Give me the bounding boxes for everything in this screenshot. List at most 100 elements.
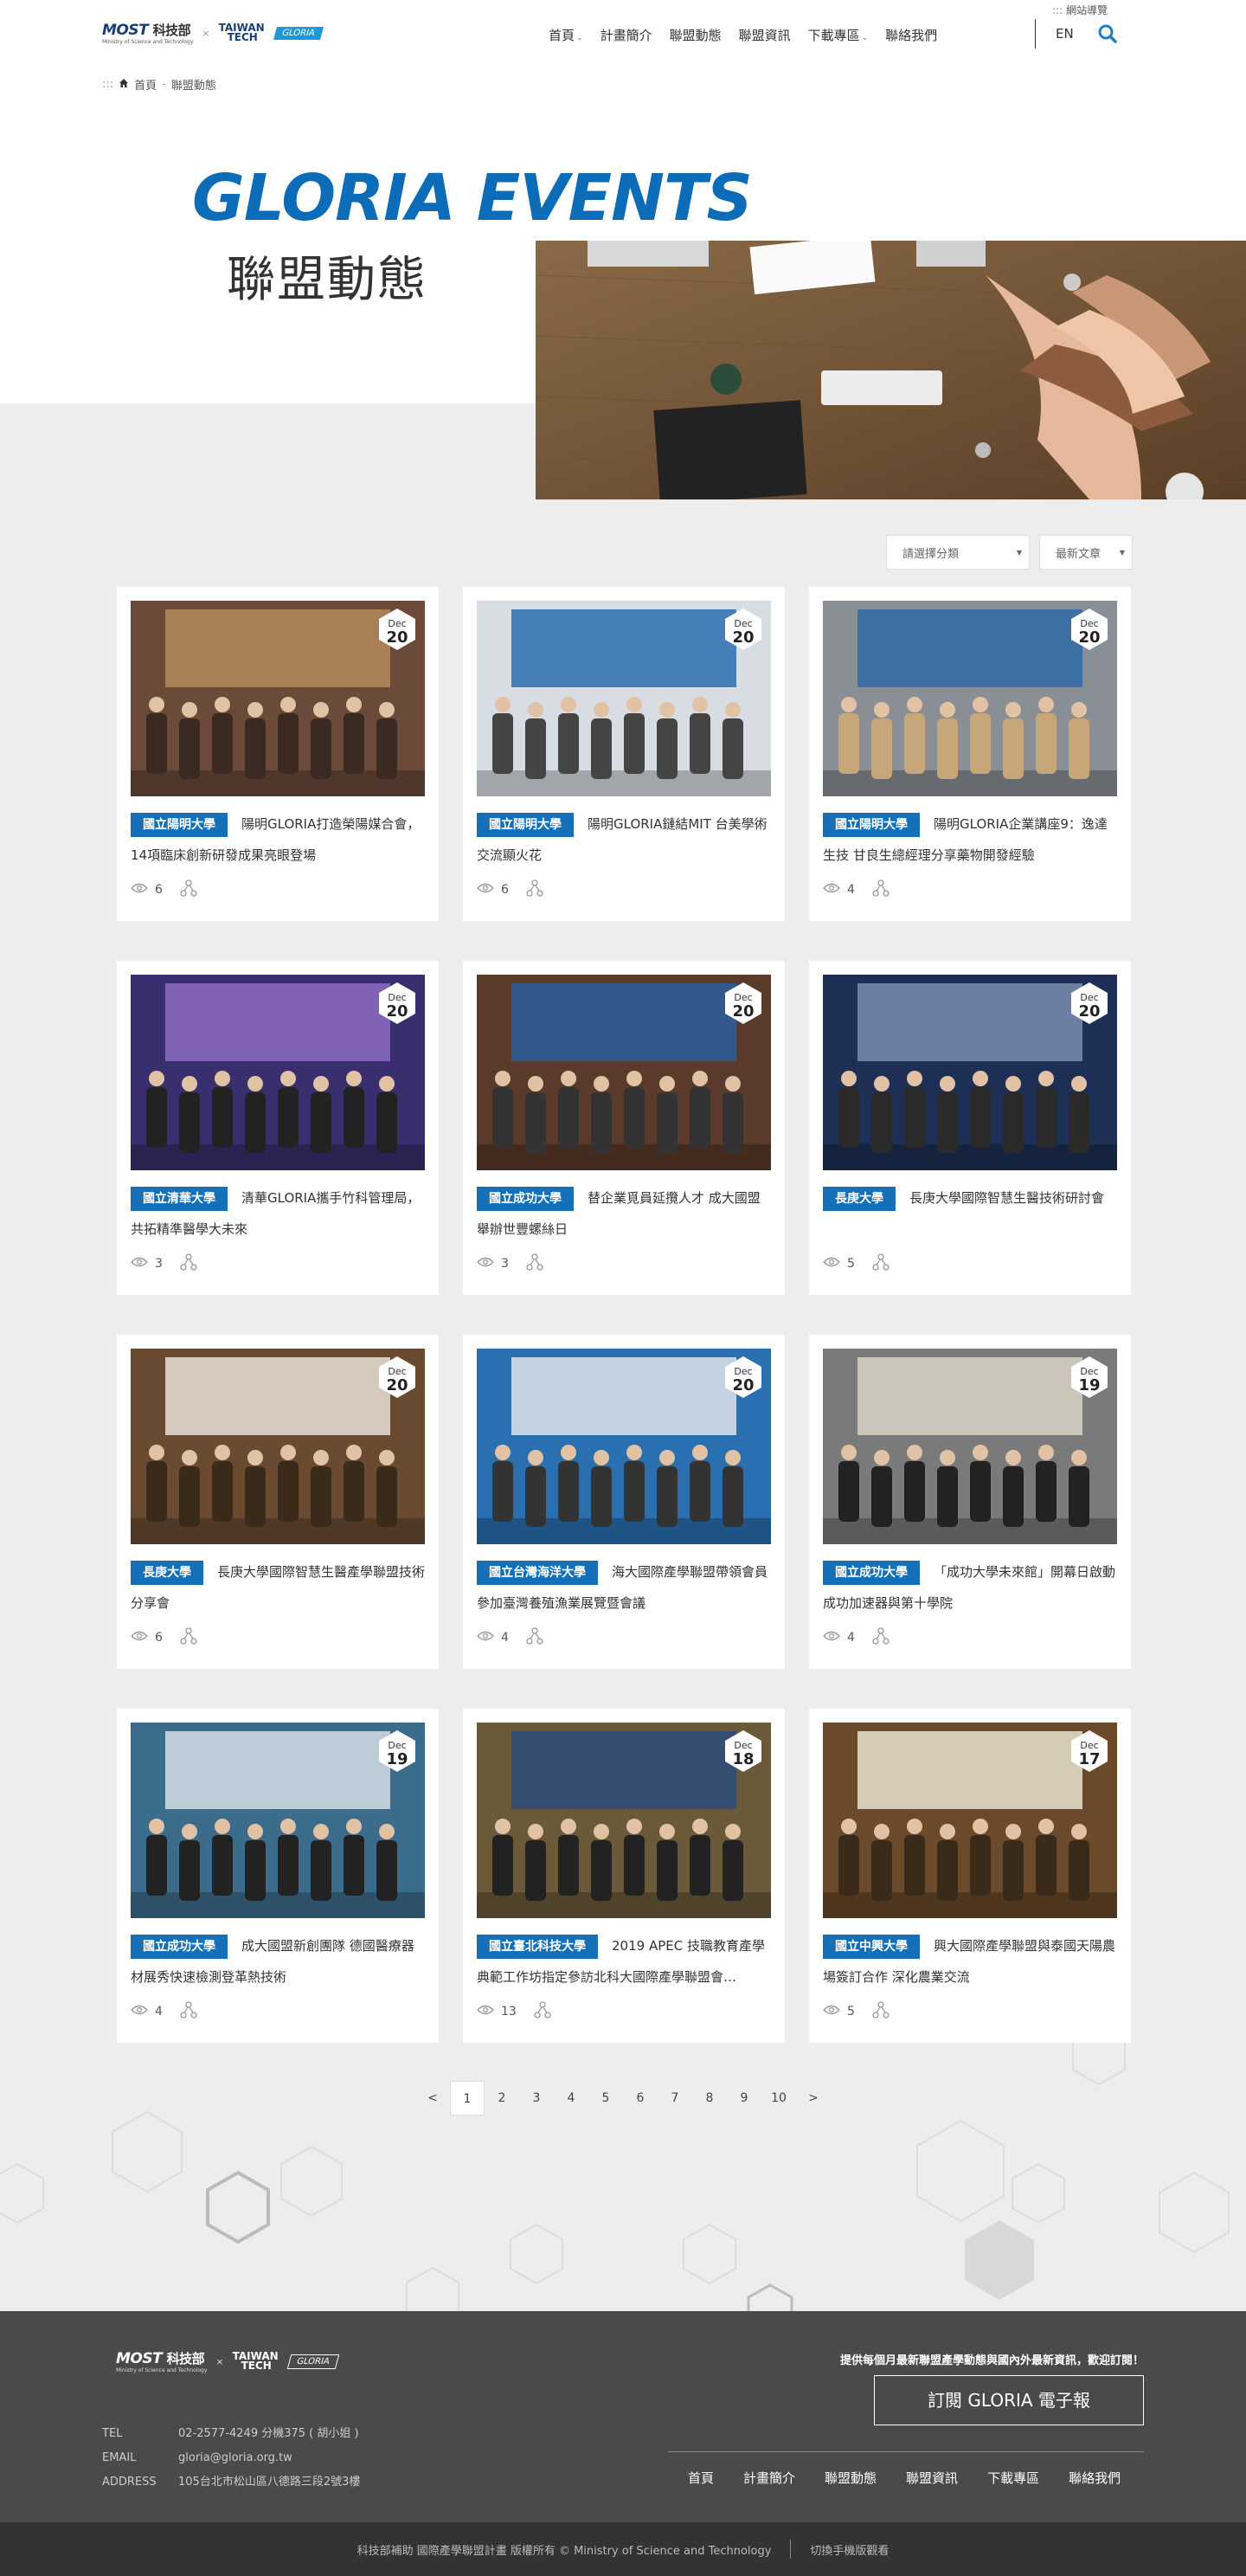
event-card-photo[interactable]: Dec 18 [477,1723,771,1918]
event-card[interactable]: Dec 20 國立陽明大學 陽明GLORIA打造榮陽媒合會，14項臨床創新研發成果亮眼… [117,587,439,921]
nav-item-0[interactable]: 首頁 ⌄ [540,26,592,44]
share-icon[interactable] [872,1253,890,1274]
university-tag[interactable]: 國立中興大學 [823,1934,920,1959]
event-title[interactable]: 長庚大學國際智慧生醫技術研討會 [909,1190,1104,1206]
event-card[interactable]: Dec 18 國立臺北科技大學 2019 APEC 技職教育產學典範工作坊指定參訪北科… [463,1709,785,2043]
share-icon[interactable] [526,1627,543,1648]
event-card-text[interactable]: 國立清華大學 清華GLORIA攜手竹科管理局，共拓精準醫學大未來 [131,1182,425,1245]
nav-item-1[interactable]: 計畫簡介 [592,26,661,44]
footer-nav-item-0[interactable]: 首頁 [673,2469,729,2487]
event-card-text[interactable]: 國立成功大學 成大國盟新創團隊 德國醫療器材展秀快速檢測登革熱技術 [131,1930,425,1993]
event-card-text[interactable]: 國立台灣海洋大學 海大國際產學聯盟帶領會員參加臺灣養殖漁業展覽暨會議 [477,1556,771,1619]
category-select[interactable]: 請選擇分類 ▼ [886,535,1030,570]
pagination-page-6[interactable]: 6 [623,2081,658,2116]
footer-nav-item-4[interactable]: 下載專區 [973,2469,1054,2487]
footer-nav-item-2[interactable]: 聯盟動態 [810,2469,891,2487]
event-card-text[interactable]: 國立陽明大學 陽明GLORIA打造榮陽媒合會，14項臨床創新研發成果亮眼登場 [131,808,425,871]
share-icon[interactable] [180,2001,197,2022]
event-card-text[interactable]: 國立陽明大學 陽明GLORIA企業講座9：逸達生技 甘良生總經理分享藥物開發經驗 [823,808,1117,871]
event-card-photo[interactable]: Dec 20 [131,975,425,1170]
event-card-photo[interactable]: Dec 20 [823,601,1117,796]
event-card[interactable]: Dec 20 長庚大學 長庚大學國際智慧生醫產學聯盟技術分享會 6 [117,1335,439,1669]
footer-nav-item-1[interactable]: 計畫簡介 [729,2469,810,2487]
footer-logo[interactable]: MOST 科技部 Ministry of Science and Technol… [116,2349,339,2373]
university-tag[interactable]: 國立台灣海洋大學 [477,1560,598,1585]
university-tag[interactable]: 長庚大學 [823,1186,896,1211]
home-icon[interactable] [119,78,129,92]
share-icon[interactable] [180,879,197,900]
university-tag[interactable]: 國立清華大學 [131,1186,228,1211]
event-card[interactable]: Dec 20 長庚大學 長庚大學國際智慧生醫技術研討會 5 [809,961,1131,1295]
event-card[interactable]: Dec 20 國立陽明大學 陽明GLORIA企業講座9：逸達生技 甘良生總經理分享藥物… [809,587,1131,921]
breadcrumb-home[interactable]: 首頁 [134,76,157,93]
sitemap-link[interactable]: ::: 網站導覽 [1052,3,1108,17]
pagination-page-9[interactable]: 9 [727,2081,761,2116]
pagination-page-10[interactable]: 10 [761,2081,796,2116]
share-icon[interactable] [872,1627,890,1648]
event-card-text[interactable]: 國立中興大學 興大國際產學聯盟與泰國天陽農場簽訂合作 深化農業交流 [823,1930,1117,1993]
event-card-text[interactable]: 國立陽明大學 陽明GLORIA鏈結MIT 台美學術交流顯火花 [477,808,771,871]
event-card[interactable]: Dec 19 國立成功大學 「成功大學未來館」開幕日啟動成功加速器與第十學院 4 [809,1335,1131,1669]
event-card-photo[interactable]: Dec 20 [477,601,771,796]
event-card[interactable]: Dec 20 國立成功大學 替企業覓員延攬人才 成大國盟舉辦世豐螺絲日 3 [463,961,785,1295]
university-tag[interactable]: 國立陽明大學 [823,812,920,837]
share-icon[interactable] [526,1253,543,1274]
university-tag[interactable]: 國立陽明大學 [477,812,574,837]
nav-item-3[interactable]: 聯盟資訊 [730,26,800,44]
view-count: 6 [501,883,509,897]
footer-logo-times: × [215,2355,224,2367]
nav-item-2[interactable]: 聯盟動態 [661,26,730,44]
site-logo[interactable]: MOST 科技部 Ministry of Science and Technol… [102,16,324,50]
share-icon[interactable] [526,879,543,900]
event-card-photo[interactable]: Dec 17 [823,1723,1117,1918]
university-tag[interactable]: 國立陽明大學 [131,812,228,837]
event-card-photo[interactable]: Dec 20 [131,1349,425,1544]
pagination-page-3[interactable]: 3 [519,2081,554,2116]
mobile-version-link[interactable]: 切換手機版觀看 [810,2541,889,2558]
pagination-page-7[interactable]: 7 [658,2081,692,2116]
university-tag[interactable]: 國立成功大學 [131,1934,228,1959]
university-tag[interactable]: 長庚大學 [131,1560,203,1585]
pagination-page-4[interactable]: 4 [554,2081,588,2116]
nav-item-4[interactable]: 下載專區 ⌄ [800,26,877,44]
pagination-page-5[interactable]: 5 [588,2081,623,2116]
footer-nav-item-5[interactable]: 聯絡我們 [1054,2469,1135,2487]
share-icon[interactable] [534,2001,551,2022]
university-tag[interactable]: 國立成功大學 [823,1560,920,1585]
pagination-prev-button[interactable]: < [415,2081,450,2116]
lang-switch-en[interactable]: EN [1056,26,1074,42]
university-tag[interactable]: 國立臺北科技大學 [477,1934,598,1959]
event-card[interactable]: Dec 20 國立陽明大學 陽明GLORIA鏈結MIT 台美學術交流顯火花 6 [463,587,785,921]
share-icon[interactable] [180,1627,197,1648]
event-card-text[interactable]: 國立成功大學 替企業覓員延攬人才 成大國盟舉辦世豐螺絲日 [477,1182,771,1245]
event-card-photo[interactable]: Dec 19 [823,1349,1117,1544]
event-card[interactable]: Dec 17 國立中興大學 興大國際產學聯盟與泰國天陽農場簽訂合作 深化農業交流 5 [809,1709,1131,2043]
footer-nav-item-3[interactable]: 聯盟資訊 [891,2469,973,2487]
share-icon[interactable] [872,2001,890,2022]
pagination-next-button[interactable]: > [796,2081,831,2116]
sort-select[interactable]: 最新文章 ▼ [1039,535,1133,570]
event-card-photo[interactable]: Dec 19 [131,1723,425,1918]
event-card-text[interactable]: 國立成功大學 「成功大學未來館」開幕日啟動成功加速器與第十學院 [823,1556,1117,1619]
search-icon[interactable] [1097,23,1118,44]
event-card-photo[interactable]: Dec 20 [823,975,1117,1170]
event-card[interactable]: Dec 19 國立成功大學 成大國盟新創團隊 德國醫療器材展秀快速檢測登革熱技術 4 [117,1709,439,2043]
university-tag[interactable]: 國立成功大學 [477,1186,574,1211]
event-card-photo[interactable]: Dec 20 [477,975,771,1170]
event-card[interactable]: Dec 20 國立清華大學 清華GLORIA攜手竹科管理局，共拓精準醫學大未來 3 [117,961,439,1295]
event-card-photo[interactable]: Dec 20 [131,601,425,796]
event-card-photo[interactable]: Dec 20 [477,1349,771,1544]
event-card-text[interactable]: 長庚大學 長庚大學國際智慧生醫產學聯盟技術分享會 [131,1556,425,1619]
event-date-day: 20 [732,628,755,647]
event-card[interactable]: Dec 20 國立台灣海洋大學 海大國際產學聯盟帶領會員參加臺灣養殖漁業展覽暨會議 4 [463,1335,785,1669]
event-card-text[interactable]: 國立臺北科技大學 2019 APEC 技職教育產學典範工作坊指定參訪北科大國際產學… [477,1930,771,1993]
pagination-page-8[interactable]: 8 [692,2081,727,2116]
share-icon[interactable] [180,1253,197,1274]
pagination-page-2[interactable]: 2 [485,2081,519,2116]
email-link[interactable]: gloria@gloria.org.tw [178,2451,292,2464]
subscribe-newsletter-button[interactable]: 訂閱 GLORIA 電子報 [874,2375,1144,2425]
pagination-page-1[interactable]: 1 [450,2081,485,2116]
nav-item-5[interactable]: 聯絡我們 [877,26,946,44]
event-card-text[interactable]: 長庚大學 長庚大學國際智慧生醫技術研討會 [823,1182,1117,1214]
share-icon[interactable] [872,879,890,900]
